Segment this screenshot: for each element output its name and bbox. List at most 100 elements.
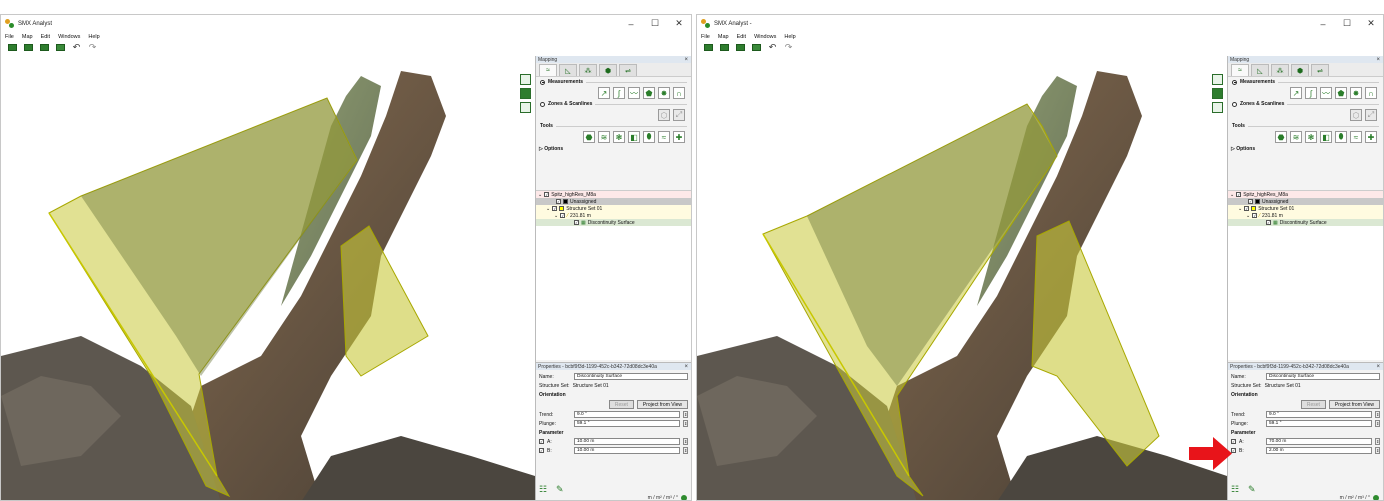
scanline-icon[interactable]: ⤢ <box>1365 109 1377 121</box>
redo-icon[interactable]: ↷ <box>783 43 794 52</box>
tool-cluster-icon[interactable]: ❃ <box>1305 131 1317 143</box>
menu-map[interactable]: Map <box>22 34 33 40</box>
arch-tool-icon[interactable]: ∩ <box>1365 87 1377 99</box>
tool-layers-icon[interactable]: ≋ <box>598 131 610 143</box>
tool-mesh-icon[interactable]: ⬣ <box>583 131 595 143</box>
tab-shape[interactable]: ⬢ <box>1291 64 1309 76</box>
trace-tool-icon[interactable]: 〰 <box>1320 87 1332 99</box>
a-checkbox[interactable]: ✓ <box>539 439 544 444</box>
polyline-tool-icon[interactable]: ∫ <box>1305 87 1317 99</box>
tool-split-icon[interactable]: ◧ <box>1320 131 1332 143</box>
camera-icon[interactable] <box>520 74 531 85</box>
polygon-tool-icon[interactable]: ⬟ <box>1335 87 1347 99</box>
menu-edit[interactable]: Edit <box>737 34 746 40</box>
b-checkbox[interactable]: ✓ <box>539 448 544 453</box>
trace-tool-icon[interactable]: 〰 <box>628 87 640 99</box>
line-tool-icon[interactable]: ↗ <box>598 87 610 99</box>
project-from-view-button[interactable]: Project from View <box>636 400 688 409</box>
close-icon[interactable]: ✕ <box>1359 15 1383 32</box>
menu-windows[interactable]: Windows <box>754 34 776 40</box>
zones-radio[interactable] <box>1232 101 1237 107</box>
print-icon[interactable] <box>751 43 762 52</box>
tab-measure[interactable]: ≈ <box>1231 64 1249 76</box>
fit-view-icon[interactable] <box>520 102 531 113</box>
trend-field[interactable]: 9.0 ° <box>1266 411 1372 418</box>
b-field[interactable]: 10.00 m <box>574 447 680 454</box>
tool-wave-icon[interactable]: ≈ <box>1350 131 1362 143</box>
3d-viewport[interactable] <box>697 56 1227 500</box>
pen-icon[interactable]: ✎ <box>556 485 565 494</box>
plunge-field[interactable]: 59.1 ° <box>574 420 680 427</box>
close-icon[interactable]: ✕ <box>667 15 691 32</box>
3d-viewport[interactable] <box>1 56 535 500</box>
menu-file[interactable]: File <box>701 34 710 40</box>
polyline-tool-icon[interactable]: ∫ <box>613 87 625 99</box>
tab-measure[interactable]: ≈ <box>539 64 557 76</box>
tree-surface[interactable]: ✓ ▦ Discontinuity Surface <box>536 219 691 226</box>
tab-settings[interactable]: ⇌ <box>1311 64 1329 76</box>
tool-add-icon[interactable]: ✚ <box>673 131 685 143</box>
tool-wave-icon[interactable]: ≈ <box>658 131 670 143</box>
properties-close-icon[interactable]: × <box>684 364 688 370</box>
name-field[interactable]: Discontinuity Surface <box>1266 373 1380 380</box>
menu-help[interactable]: Help <box>784 34 795 40</box>
tree-surface[interactable]: ✓ ▦ Discontinuity Surface <box>1228 219 1383 226</box>
menu-help[interactable]: Help <box>88 34 99 40</box>
measurements-radio[interactable] <box>540 79 545 85</box>
a-stepper[interactable]: ⇕ <box>1375 438 1380 445</box>
save-icon[interactable] <box>735 43 746 52</box>
tree-view-icon[interactable]: ☷ <box>1231 485 1240 494</box>
maximize-icon[interactable]: ☐ <box>1335 15 1359 32</box>
zones-radio[interactable] <box>540 101 545 107</box>
undo-icon[interactable]: ↶ <box>71 43 82 52</box>
tool-mesh-icon[interactable]: ⬣ <box>1275 131 1287 143</box>
tool-leaf-icon[interactable]: ⬮ <box>643 131 655 143</box>
b-field[interactable]: 2.00 m <box>1266 447 1372 454</box>
plunge-stepper[interactable]: ⇕ <box>683 420 688 427</box>
reset-button[interactable]: Reset <box>608 400 634 409</box>
section-view-icon[interactable] <box>520 88 531 99</box>
tool-add-icon[interactable]: ✚ <box>1365 131 1377 143</box>
properties-close-icon[interactable]: × <box>1376 364 1380 370</box>
trend-field[interactable]: 9.0 ° <box>574 411 680 418</box>
tab-angle[interactable]: ◺ <box>1251 64 1269 76</box>
tree-measurement[interactable]: ⌄ ✓ ⁄ 231.81 m <box>1228 212 1383 219</box>
menu-file[interactable]: File <box>5 34 14 40</box>
tool-leaf-icon[interactable]: ⬮ <box>1335 131 1347 143</box>
camera-icon[interactable] <box>1212 74 1223 85</box>
tree-unassigned[interactable]: ✓ Unassigned <box>1228 198 1383 205</box>
tree-structure-set[interactable]: ⌄ ✓ Structure Set 01 <box>536 205 691 212</box>
save-icon[interactable] <box>39 43 50 52</box>
a-field[interactable]: 10.00 m <box>574 438 680 445</box>
trend-stepper[interactable]: ⇕ <box>683 411 688 418</box>
tool-cluster-icon[interactable]: ❃ <box>613 131 625 143</box>
new-project-icon[interactable] <box>7 43 18 52</box>
options-expander[interactable]: ▷ Options <box>536 146 691 152</box>
tree-measurement[interactable]: ⌄ ✓ ⁄ 231.81 m <box>536 212 691 219</box>
blob-tool-icon[interactable]: ✸ <box>1350 87 1362 99</box>
a-stepper[interactable]: ⇕ <box>683 438 688 445</box>
tab-points[interactable]: ⁂ <box>579 64 597 76</box>
polygon-tool-icon[interactable]: ⬟ <box>643 87 655 99</box>
open-project-icon[interactable] <box>719 43 730 52</box>
blob-tool-icon[interactable]: ✸ <box>658 87 670 99</box>
panel-close-icon[interactable]: × <box>1376 57 1380 63</box>
trend-stepper[interactable]: ⇕ <box>1375 411 1380 418</box>
minimize-icon[interactable]: – <box>619 15 643 32</box>
options-expander[interactable]: ▷ Options <box>1228 146 1383 152</box>
new-project-icon[interactable] <box>703 43 714 52</box>
scanline-icon[interactable]: ⤢ <box>673 109 685 121</box>
menu-windows[interactable]: Windows <box>58 34 80 40</box>
tree-structure-set[interactable]: ⌄ ✓ Structure Set 01 <box>1228 205 1383 212</box>
b-stepper[interactable]: ⇕ <box>1375 447 1380 454</box>
open-project-icon[interactable] <box>23 43 34 52</box>
zone-polygon-icon[interactable]: ⬡ <box>658 109 670 121</box>
print-icon[interactable] <box>55 43 66 52</box>
arch-tool-icon[interactable]: ∩ <box>673 87 685 99</box>
tab-points[interactable]: ⁂ <box>1271 64 1289 76</box>
tab-shape[interactable]: ⬢ <box>599 64 617 76</box>
tab-settings[interactable]: ⇌ <box>619 64 637 76</box>
b-stepper[interactable]: ⇕ <box>683 447 688 454</box>
zone-polygon-icon[interactable]: ⬡ <box>1350 109 1362 121</box>
project-from-view-button[interactable]: Project from View <box>1328 400 1380 409</box>
